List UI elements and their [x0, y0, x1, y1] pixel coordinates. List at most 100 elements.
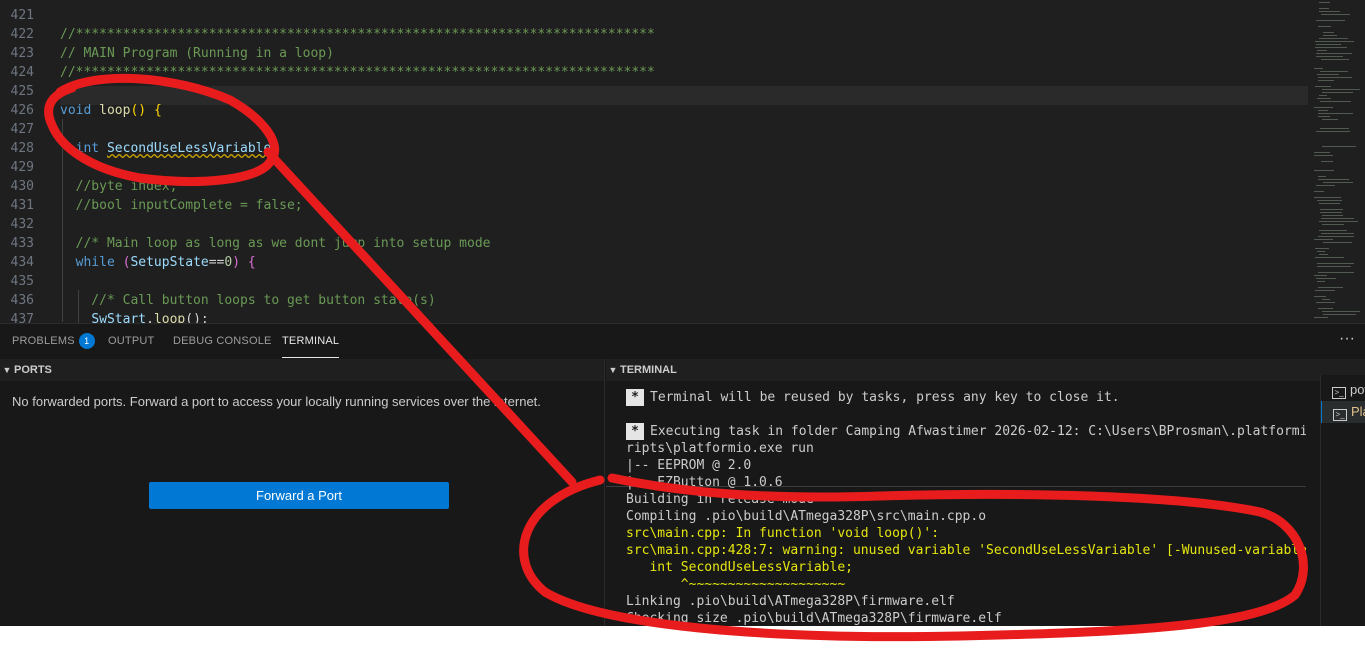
minimap-line	[1319, 2, 1330, 3]
minimap-line	[1316, 44, 1341, 45]
terminal-line-text: ripts\platformio.exe run	[626, 441, 814, 456]
code-line[interactable]: 435	[0, 272, 1300, 291]
terminal-line-text: |-- EEPROM @ 2.0	[626, 458, 752, 473]
minimap-line	[1318, 77, 1352, 78]
code-token: int	[75, 141, 100, 156]
tab-problems[interactable]: PROBLEMS 1	[12, 324, 95, 358]
minimap[interactable]	[1308, 0, 1365, 323]
tab-output[interactable]: OUTPUT	[108, 324, 154, 358]
line-number: 425	[10, 84, 34, 99]
terminal-section-header[interactable]: ▼ TERMINAL	[606, 359, 1365, 381]
code-line[interactable]: 425	[0, 82, 1300, 101]
minimap-line	[1317, 266, 1351, 267]
problems-count-badge: 1	[78, 333, 95, 350]
minimap-line	[1322, 92, 1353, 93]
tab-debug-console[interactable]: DEBUG CONSOLE	[173, 324, 272, 358]
tab-terminal[interactable]: TERMINAL	[282, 324, 340, 358]
code-line[interactable]: 432	[0, 215, 1300, 234]
code-line[interactable]: 431 //bool inputComplete = false;	[0, 196, 1300, 215]
minimap-line	[1315, 290, 1335, 291]
minimap-line	[1315, 257, 1344, 258]
terminal-instance-platformio[interactable]: >_ PlatformIO	[1321, 401, 1365, 423]
minimap-line	[1318, 176, 1326, 177]
terminal-instance-list: >_powershell >_PlatformIO	[1320, 375, 1365, 626]
minimap-line	[1317, 50, 1327, 51]
code-token: loop	[153, 312, 186, 323]
minimap-line	[1316, 185, 1335, 186]
code-line[interactable]: 436 //* Call button loops to get button …	[0, 291, 1300, 310]
terminal-output[interactable]: * Terminal will be reused by tasks, press…	[606, 381, 1306, 626]
code-text: //byte index;	[60, 177, 178, 196]
code-token: ()	[130, 103, 147, 118]
code-text: void loop() {	[60, 101, 162, 120]
code-line[interactable]: 427	[0, 120, 1300, 139]
code-token: ();	[185, 312, 209, 323]
minimap-line	[1322, 146, 1356, 147]
terminal-line-text: Building in release mode	[626, 492, 814, 507]
code-line[interactable]: 429	[0, 158, 1300, 177]
terminal-instance-powershell[interactable]: >_ powershell	[1321, 379, 1365, 401]
terminal-line-text: src\main.cpp:428:7: warning: unused vari…	[626, 543, 1306, 558]
minimap-line	[1322, 215, 1343, 216]
terminal-line: * Terminal will be reused by tasks, press…	[626, 389, 1120, 406]
minimap-line	[1314, 275, 1327, 276]
terminal-line: |-- EEPROM @ 2.0	[626, 457, 751, 474]
code-line[interactable]: 433 //* Main loop as long as we dont jum…	[0, 234, 1300, 253]
minimap-line	[1314, 296, 1326, 297]
task-star-marker: *	[626, 389, 644, 406]
code-line[interactable]: 430 //byte index;	[0, 177, 1300, 196]
minimap-line	[1319, 8, 1329, 9]
code-token: void	[60, 103, 92, 118]
line-number: 431	[10, 198, 34, 213]
code-line[interactable]: 437 SwStart.loop();	[0, 310, 1300, 323]
forward-port-button[interactable]: Forward a Port	[149, 482, 449, 509]
code-token: while	[75, 255, 115, 270]
terminal-line: Compiling .pio\build\ATmega328P\src\main…	[626, 508, 986, 525]
line-number: 433	[10, 236, 34, 251]
minimap-line	[1317, 74, 1339, 75]
panel-divider[interactable]	[604, 359, 605, 626]
minimap-line	[1319, 221, 1358, 222]
terminal-line-text: |-- EZButton @ 1.0.6	[626, 475, 783, 490]
code-line[interactable]: 428 int SecondUseLessVariable;	[0, 139, 1300, 158]
minimap-line	[1323, 32, 1334, 33]
more-actions-icon[interactable]: ···	[1339, 324, 1355, 358]
code-text: //* Main loop as long as we dont jump in…	[60, 234, 491, 253]
minimap-line	[1318, 272, 1354, 273]
minimap-line	[1318, 80, 1334, 81]
tab-label: TERMINAL	[282, 335, 340, 347]
code-line[interactable]: 426 void loop() {	[0, 101, 1300, 120]
terminal-line: Linking .pio\build\ATmega328P\firmware.e…	[626, 593, 955, 610]
code-token: {	[247, 255, 256, 270]
code-token: //* Call button loops to get button stat…	[60, 293, 436, 308]
terminal-icon: >_	[1333, 409, 1347, 421]
minimap-line	[1321, 233, 1354, 234]
code-token: )	[232, 255, 241, 270]
ports-section-header[interactable]: ▼ PORTS	[0, 359, 604, 381]
vscode-window: 421 422 //********************************…	[0, 0, 1365, 626]
code-token: ;	[271, 141, 280, 156]
code-token: //byte index;	[60, 179, 178, 194]
minimap-line	[1319, 38, 1348, 39]
code-token: //* Main loop as long as we dont jump in…	[60, 236, 491, 251]
minimap-line	[1315, 86, 1331, 87]
code-line[interactable]: 422 //***********************************…	[0, 25, 1300, 44]
code-editor[interactable]: 421 422 //********************************…	[0, 0, 1365, 323]
code-line[interactable]: 421	[0, 6, 1300, 25]
terminal-warning-line: src\main.cpp:428:7: warning: unused vari…	[626, 542, 1306, 559]
line-number: 437	[10, 312, 34, 323]
code-line[interactable]: 424 //***********************************…	[0, 63, 1300, 82]
code-line[interactable]: 434 while (SetupState==0) {	[0, 253, 1300, 272]
code-line[interactable]: 423 // MAIN Program (Running in a loop)	[0, 44, 1300, 63]
minimap-line	[1319, 203, 1340, 204]
line-number: 435	[10, 274, 34, 289]
minimap-line	[1314, 317, 1328, 318]
minimap-line	[1316, 278, 1336, 279]
terminal-line: Checking size .pio\build\ATmega328P\firm…	[626, 610, 1002, 626]
